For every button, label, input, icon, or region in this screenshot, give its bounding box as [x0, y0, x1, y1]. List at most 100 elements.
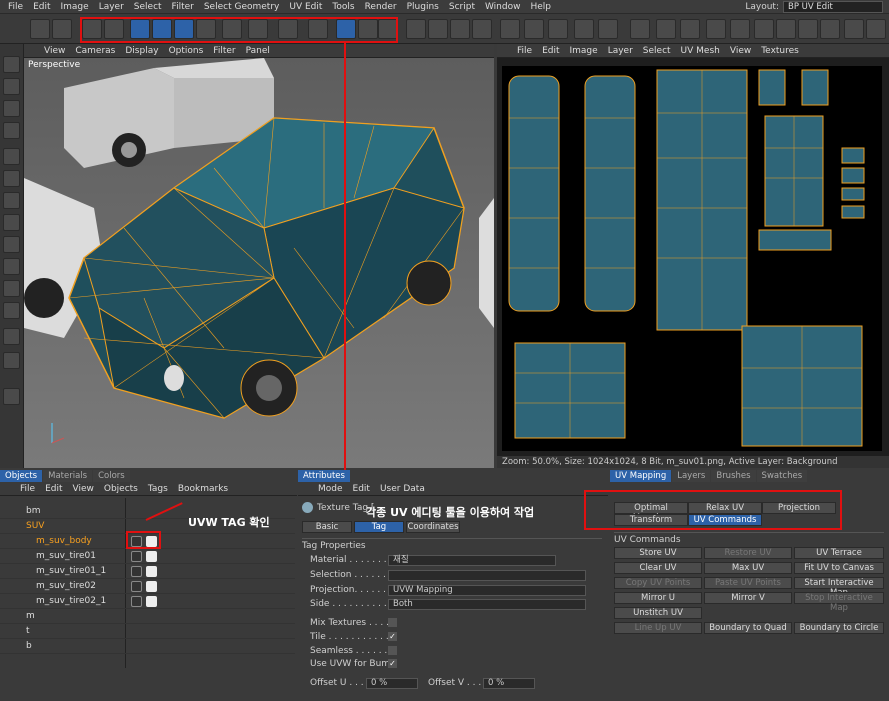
vp-menu-display[interactable]: Display [125, 46, 158, 56]
pin-icon[interactable] [706, 19, 726, 39]
brush-icon[interactable] [3, 148, 20, 165]
list-item[interactable]: m_suv_tire01_1 [0, 564, 295, 579]
eraser-icon[interactable] [3, 192, 20, 209]
list-item[interactable]: m_suv_tire01 [0, 549, 295, 564]
scale-icon[interactable] [152, 19, 172, 39]
world-coord-icon[interactable] [222, 19, 242, 39]
subtab-basic[interactable]: Basic [302, 521, 352, 533]
layer-icon[interactable] [776, 19, 796, 39]
uvw-bump-checkbox[interactable]: ✓ [388, 659, 397, 668]
list-item[interactable]: m_suv_body [0, 534, 295, 549]
obj-menu-edit[interactable]: Edit [45, 484, 62, 494]
offset-v-field[interactable]: 0 % [483, 678, 535, 689]
list-item[interactable]: b [0, 639, 295, 654]
grid-icon[interactable] [844, 19, 864, 39]
settings-icon[interactable] [3, 388, 20, 405]
lock-icon[interactable] [730, 19, 750, 39]
layout-dropdown[interactable]: BP UV Edit [783, 1, 883, 13]
menu-tools[interactable]: Tools [332, 2, 354, 12]
uvw-tag-icon[interactable] [146, 580, 157, 592]
vp-menu-options[interactable]: Options [169, 46, 204, 56]
checker-tool-icon[interactable] [3, 122, 20, 139]
mix-textures-checkbox[interactable] [388, 618, 397, 627]
boundary-circle-button[interactable]: Boundary to Circle [794, 622, 884, 634]
paint-3d-icon[interactable] [248, 19, 268, 39]
optimal-mapping-button[interactable]: Optimal Mapping [614, 502, 688, 523]
attr-menu-mode[interactable]: Mode [318, 484, 343, 494]
obj-menu-objects[interactable]: Objects [104, 484, 138, 494]
live-select-icon[interactable] [3, 78, 20, 95]
uv-menu-edit[interactable]: Edit [542, 46, 559, 56]
fit-uv-canvas-button[interactable]: Fit UV to Canvas [794, 562, 884, 574]
move-icon[interactable] [130, 19, 150, 39]
uv-polygon-icon[interactable] [548, 19, 568, 39]
material-tag-icon[interactable] [131, 565, 142, 577]
tab-brushes[interactable]: Brushes [711, 470, 756, 482]
side-dropdown[interactable]: Both [388, 599, 586, 610]
texture-2-icon[interactable] [680, 19, 700, 39]
uv-commands-button[interactable]: UV Commands [688, 514, 762, 526]
subtab-tag[interactable]: Tag [354, 521, 404, 533]
uv-mesh-icon[interactable] [500, 19, 520, 39]
uv-menu-uv-mesh[interactable]: UV Mesh [681, 46, 720, 56]
material-tag-icon[interactable] [131, 580, 142, 592]
redo-icon[interactable] [52, 19, 72, 39]
color-swatch-icon[interactable] [3, 352, 20, 369]
select-tool-icon[interactable] [3, 56, 20, 73]
tab-uv-mapping[interactable]: UV Mapping [610, 470, 672, 482]
relax-uv-button[interactable]: Relax UV [688, 502, 762, 514]
uvw-tag-icon[interactable] [146, 550, 157, 562]
paint-setup-icon[interactable] [308, 19, 328, 39]
menu-edit[interactable]: Edit [33, 2, 50, 12]
vp-menu-filter[interactable]: Filter [213, 46, 235, 56]
wand-icon[interactable] [630, 19, 650, 39]
obj-menu-bookmarks[interactable]: Bookmarks [178, 484, 228, 494]
menu-select[interactable]: Select [134, 2, 162, 12]
projection-paint-icon[interactable] [278, 19, 298, 39]
uv-menu-view[interactable]: View [730, 46, 751, 56]
material-tag-icon[interactable] [131, 535, 142, 547]
mirror-v-button[interactable]: Mirror V [704, 592, 792, 604]
tab-colors[interactable]: Colors [93, 470, 130, 482]
projection-dropdown[interactable]: UVW Mapping [388, 585, 586, 596]
menu-filter[interactable]: Filter [172, 2, 194, 12]
text-tool-icon[interactable] [3, 280, 20, 297]
vp-menu-cameras[interactable]: Cameras [75, 46, 115, 56]
list-item[interactable]: t [0, 624, 295, 639]
swatch-icon[interactable] [820, 19, 840, 39]
mask-icon[interactable] [798, 19, 818, 39]
unstitch-uv-button[interactable]: Unstitch UV [614, 607, 702, 619]
tab-swatches[interactable]: Swatches [756, 470, 808, 482]
restore-uv-button[interactable]: Restore UV [704, 547, 792, 559]
menu-script[interactable]: Script [449, 2, 475, 12]
copy-uv-points-button[interactable]: Copy UV Points [614, 577, 702, 589]
uv-terrace-button[interactable]: UV Terrace [794, 547, 884, 559]
uvw-tag-icon[interactable] [146, 535, 157, 547]
vp-menu-view[interactable]: View [44, 46, 65, 56]
lock-axis-icon[interactable] [196, 19, 216, 39]
material-field[interactable]: 재질 [388, 555, 556, 566]
seamless-checkbox[interactable] [388, 646, 397, 655]
rotate-icon[interactable] [174, 19, 194, 39]
tile-checkbox[interactable]: ✓ [388, 632, 397, 641]
uv-menu-select[interactable]: Select [643, 46, 671, 56]
menu-plugins[interactable]: Plugins [407, 2, 439, 12]
smudge-icon[interactable] [3, 258, 20, 275]
uvw-tag-icon[interactable] [146, 595, 157, 607]
list-item[interactable]: m_suv_tire02 [0, 579, 295, 594]
uv-menu-image[interactable]: Image [570, 46, 598, 56]
texture-1-icon[interactable] [656, 19, 676, 39]
material-tag-icon[interactable] [131, 595, 142, 607]
tab-attributes[interactable]: Attributes [298, 470, 350, 482]
box-select-icon[interactable] [104, 19, 124, 39]
stop-interactive-map-button[interactable]: Stop Interactive Map [794, 592, 884, 613]
uv-menu-file[interactable]: File [517, 46, 532, 56]
undo-icon[interactable] [30, 19, 50, 39]
list-item[interactable]: m_suv_tire02_1 [0, 594, 295, 609]
mirror-u-button[interactable]: Mirror U [614, 592, 702, 604]
menu-layer[interactable]: Layer [99, 2, 124, 12]
start-interactive-map-button[interactable]: Start Interactive Map [794, 577, 884, 598]
list-item[interactable]: m [0, 609, 295, 624]
tab-objects[interactable]: Objects [0, 470, 43, 482]
stamp-icon[interactable] [3, 170, 20, 187]
